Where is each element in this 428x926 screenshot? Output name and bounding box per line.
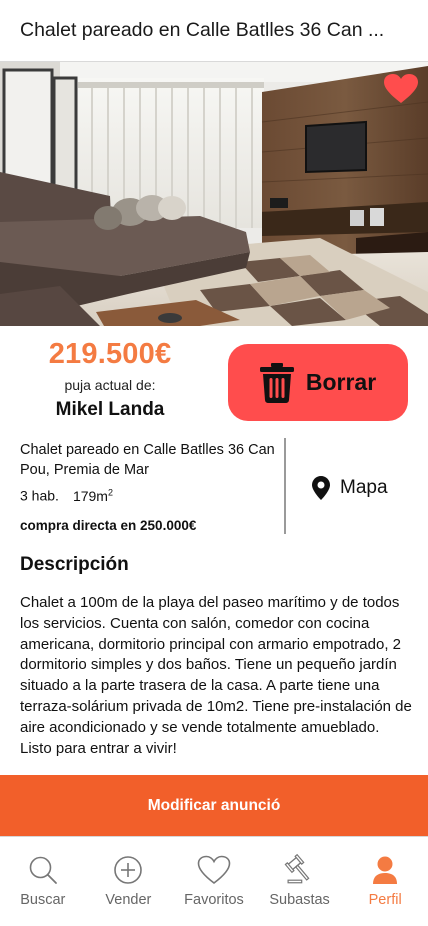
property-info: Chalet pareado en Calle Batlles 36 Can P… bbox=[20, 440, 275, 533]
tab-favoritos[interactable]: Favoritos bbox=[171, 837, 257, 926]
bid-summary: 219.500€ puja actual de: Mikel Landa bbox=[0, 338, 220, 421]
property-specs: 3 hab. 179m2 bbox=[20, 487, 275, 504]
tab-subastas[interactable]: Subastas bbox=[257, 837, 343, 926]
tab-perfil[interactable]: Perfil bbox=[342, 837, 428, 926]
map-button-label: Mapa bbox=[340, 477, 388, 498]
plus-circle-icon bbox=[111, 853, 145, 887]
map-pin-icon bbox=[312, 476, 330, 500]
gavel-icon bbox=[283, 853, 317, 887]
favorite-heart-icon[interactable] bbox=[384, 74, 418, 104]
tab-buscar-label: Buscar bbox=[20, 892, 66, 908]
trash-icon bbox=[259, 362, 294, 403]
user-icon bbox=[368, 853, 402, 887]
current-bid-label: puja actual de: bbox=[64, 377, 156, 393]
description-text: Chalet a 100m de la playa del paseo marí… bbox=[20, 594, 412, 757]
tab-vender-label: Vender bbox=[105, 892, 152, 908]
property-address: Chalet pareado en Calle Batlles 36 Can P… bbox=[20, 442, 275, 478]
surface-area: 179m2 bbox=[72, 487, 113, 504]
delete-button[interactable]: Borrar bbox=[228, 344, 408, 421]
surface-area-value: 179m bbox=[72, 487, 108, 504]
heart-outline-icon bbox=[197, 853, 231, 887]
bottom-tab-bar: Buscar Vender Favoritos Subastas Perfil bbox=[0, 836, 428, 926]
description-title: Descripción bbox=[20, 554, 129, 575]
current-price: 219.500€ bbox=[48, 338, 172, 370]
property-photo bbox=[0, 62, 428, 326]
rooms-count: 3 hab. bbox=[20, 487, 59, 504]
tab-perfil-label: Perfil bbox=[368, 892, 402, 908]
top-bar: Chalet pareado en Calle Batlles 36 Can .… bbox=[0, 0, 428, 62]
living-room-image bbox=[0, 62, 428, 326]
tab-favoritos-label: Favoritos bbox=[184, 892, 244, 908]
tab-vender[interactable]: Vender bbox=[86, 837, 172, 926]
delete-button-label: Borrar bbox=[305, 369, 377, 395]
modify-listing-button[interactable]: Modificar anunció bbox=[0, 775, 428, 836]
surface-area-unit: 2 bbox=[107, 487, 113, 497]
vertical-divider bbox=[284, 438, 286, 534]
search-icon bbox=[26, 853, 60, 887]
bidder-name: Mikel Landa bbox=[55, 399, 165, 420]
direct-buy-price: compra directa en 250.000€ bbox=[20, 517, 197, 533]
map-button[interactable]: Mapa bbox=[312, 476, 388, 500]
tab-subastas-label: Subastas bbox=[269, 892, 330, 908]
page-title: Chalet pareado en Calle Batlles 36 Can .… bbox=[20, 19, 385, 41]
modify-listing-label: Modificar anunció bbox=[147, 796, 281, 814]
tab-buscar[interactable]: Buscar bbox=[0, 837, 86, 926]
